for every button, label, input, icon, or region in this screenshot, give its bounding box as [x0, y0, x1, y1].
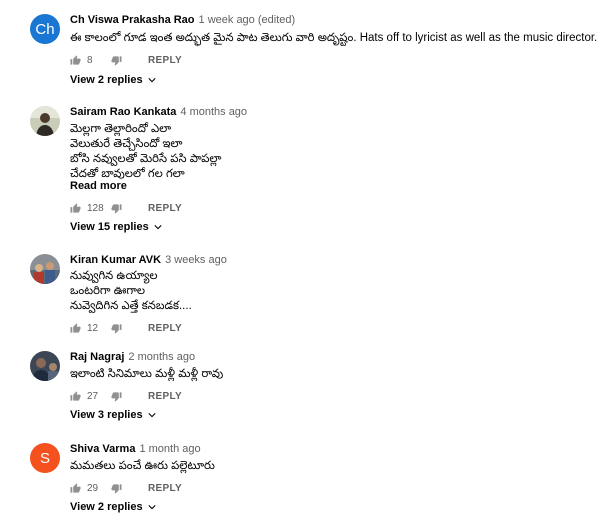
- avatar[interactable]: [30, 254, 60, 284]
- author-name[interactable]: Shiva Varma: [70, 443, 135, 455]
- comment-header: Raj Nagraj 2 months ago: [70, 351, 195, 364]
- reply-button[interactable]: REPLY: [148, 483, 182, 494]
- thumbs-up-icon[interactable]: [70, 482, 81, 494]
- thumbs-down-icon[interactable]: [111, 203, 122, 214]
- comment-text: మమతలు పంచే ఊరు పల్లెటూరు: [70, 459, 215, 474]
- comment-time[interactable]: 2 months ago: [128, 351, 195, 363]
- comment-line: బోసి నవ్వులతో మెరిసే పసి పాపల్లా: [70, 153, 222, 165]
- comment-header: Shiva Varma 1 month ago: [70, 443, 201, 456]
- avatar[interactable]: [30, 351, 60, 381]
- like-count: 8: [87, 54, 93, 66]
- comment-time[interactable]: 3 weeks ago: [165, 254, 227, 266]
- author-name[interactable]: Kiran Kumar AVK: [70, 254, 161, 266]
- comment-line: ఇలాంటి సినిమాలు మళ్లీ మళ్లీ రావు: [70, 368, 224, 380]
- comment-line: ఒంటరిగా ఊగాల: [70, 285, 146, 297]
- view-replies-button[interactable]: View 2 replies: [70, 501, 156, 513]
- comment-line: మెల్లగా తెల్లారిందో ఎలా: [70, 123, 172, 135]
- thumbs-down-icon[interactable]: [111, 391, 122, 402]
- chevron-down-icon: [147, 78, 156, 83]
- author-name[interactable]: Raj Nagraj: [70, 351, 124, 363]
- comment-time[interactable]: 1 week ago (edited): [199, 14, 296, 26]
- comment-text: ఇలాంటి సినిమాలు మళ్లీ మళ్లీ రావు: [70, 367, 223, 382]
- comment-header: Kiran Kumar AVK 3 weeks ago: [70, 254, 227, 267]
- thumbs-down-icon[interactable]: [111, 483, 122, 494]
- comment-actions: 12 REPLY: [70, 321, 182, 335]
- comment-text: మెల్లగా తెల్లారిందో ఎలా వెలుతురే తెచ్చేస…: [70, 122, 221, 182]
- chevron-down-icon: [154, 225, 162, 230]
- comment-line: నువ్వెదిగిన ఎత్తే కనబడక....: [70, 300, 192, 312]
- like-count: 27: [87, 390, 99, 402]
- author-name[interactable]: Ch Viswa Prakasha Rao: [70, 14, 195, 26]
- view-replies-label: View 3 replies: [70, 409, 143, 421]
- thumbs-down-icon[interactable]: [111, 55, 122, 66]
- view-replies-label: View 15 replies: [70, 221, 149, 233]
- reply-button[interactable]: REPLY: [148, 55, 182, 66]
- comment-line: మమతలు పంచే ఊరు పల్లెటూరు: [70, 460, 215, 472]
- comment-actions: 8 REPLY: [70, 53, 182, 67]
- comment-text: ఈ కాలంలో గూడ ఇంత అద్భుత మైన పాట తెలుగు వ…: [70, 31, 597, 46]
- comment-header: Sairam Rao Kankata 4 months ago: [70, 106, 247, 119]
- author-name[interactable]: Sairam Rao Kankata: [70, 106, 176, 118]
- comment-time[interactable]: 1 month ago: [139, 443, 200, 455]
- view-replies-label: View 2 replies: [70, 501, 143, 513]
- like-count: 29: [87, 482, 99, 494]
- read-more-link[interactable]: Read more: [70, 180, 127, 192]
- comment-line: ఈ కాలంలో గూడ ఇంత అద్భుత మైన పాట తెలుగు వ…: [70, 32, 598, 44]
- avatar-photo-icon: [30, 254, 60, 284]
- like-count: 128: [87, 202, 104, 214]
- comment-header: Ch Viswa Prakasha Rao 1 week ago (edited): [70, 14, 295, 27]
- reply-button[interactable]: REPLY: [148, 203, 182, 214]
- avatar-photo-icon: [30, 106, 60, 136]
- view-replies-button[interactable]: View 15 replies: [70, 221, 162, 233]
- comment-actions: 128 REPLY: [70, 201, 182, 215]
- thumbs-up-icon[interactable]: [70, 54, 81, 66]
- comment-text: నువ్వుగిన ఉయ్యాల ఒంటరిగా ఊగాల నువ్వెదిగి…: [70, 269, 192, 314]
- view-replies-button[interactable]: View 3 replies: [70, 409, 156, 421]
- thumbs-up-icon[interactable]: [70, 202, 81, 214]
- comment-line: నువ్వుగిన ఉయ్యాల: [70, 270, 158, 282]
- chevron-down-icon: [147, 413, 156, 418]
- comment-time[interactable]: 4 months ago: [180, 106, 247, 118]
- chevron-down-icon: [147, 505, 156, 510]
- avatar-photo-icon: [30, 351, 60, 381]
- view-replies-button[interactable]: View 2 replies: [70, 74, 156, 86]
- comment-actions: 27 REPLY: [70, 389, 182, 403]
- avatar[interactable]: [30, 106, 60, 136]
- thumbs-up-icon[interactable]: [70, 322, 81, 334]
- thumbs-down-icon[interactable]: [111, 323, 122, 334]
- comment-line: వెలుతురే తెచ్చేసిందో ఇలా: [70, 138, 183, 150]
- avatar[interactable]: Ch: [30, 14, 60, 44]
- avatar[interactable]: S: [30, 443, 60, 473]
- reply-button[interactable]: REPLY: [148, 323, 182, 334]
- thumbs-up-icon[interactable]: [70, 390, 81, 402]
- comment-actions: 29 REPLY: [70, 481, 182, 495]
- view-replies-label: View 2 replies: [70, 74, 143, 86]
- reply-button[interactable]: REPLY: [148, 391, 182, 402]
- like-count: 12: [87, 322, 99, 334]
